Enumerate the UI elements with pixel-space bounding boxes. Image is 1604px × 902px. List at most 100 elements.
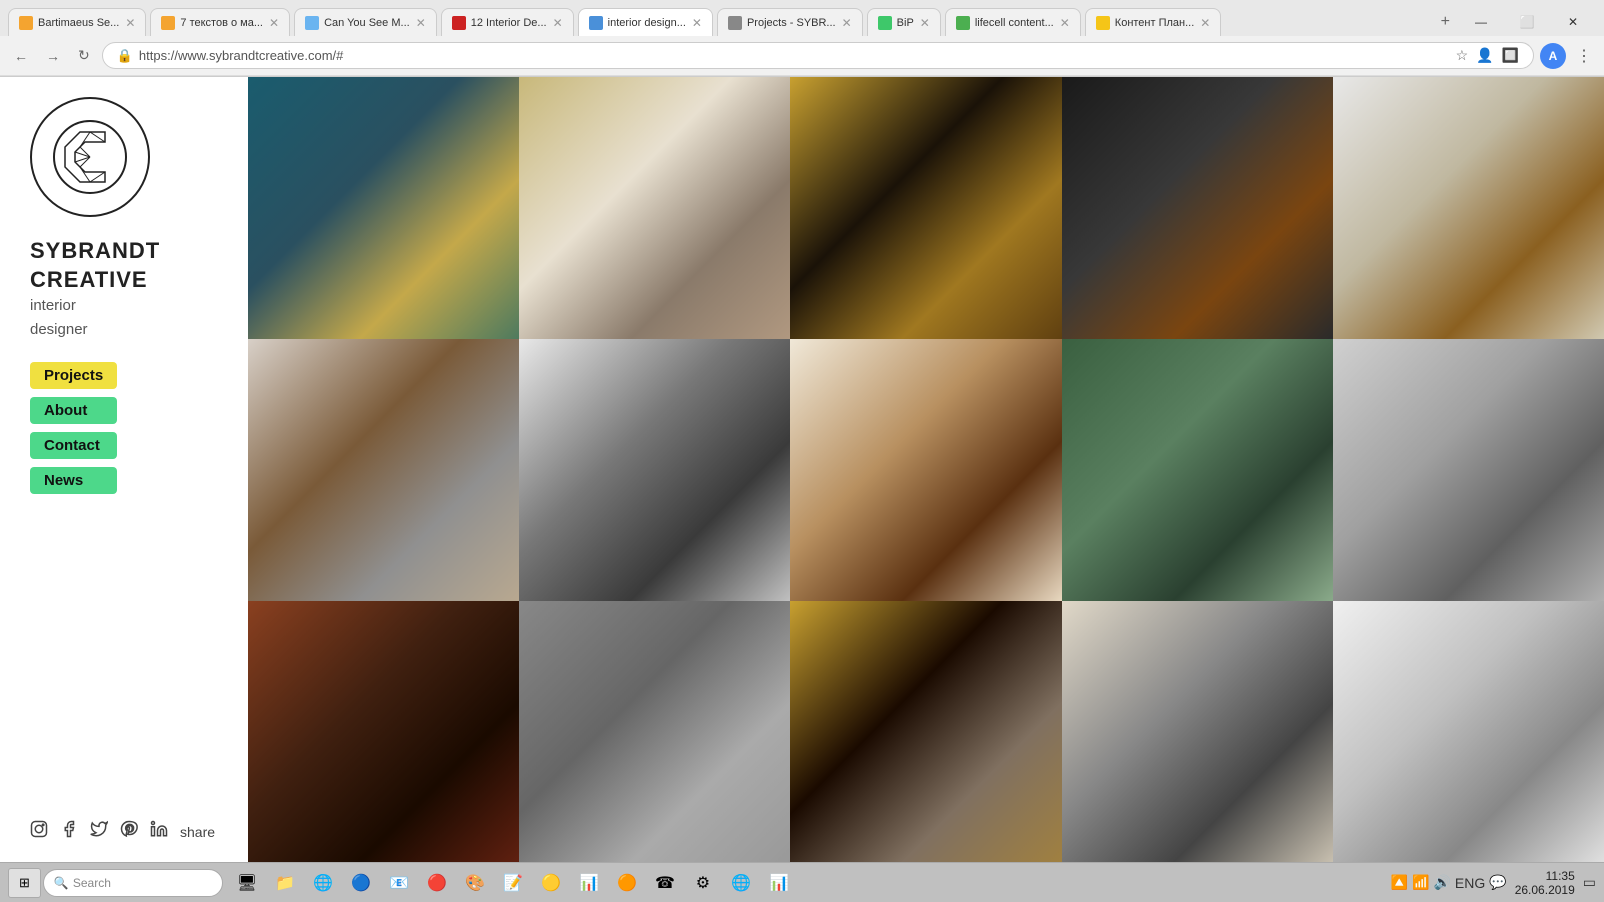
taskbar-clock: 11:35 26.06.2019	[1515, 869, 1575, 897]
url-bar[interactable]: 🔒 https://www.sybrandtcreative.com/# ☆ 👤…	[102, 42, 1534, 69]
gallery-item-3[interactable]	[790, 77, 1061, 339]
logo-svg	[50, 117, 130, 197]
browser-tab-tab5[interactable]: interior design... ✕	[578, 8, 713, 36]
taskbar-search[interactable]: 🔍 Search	[43, 869, 223, 897]
browser-tab-tab8[interactable]: lifecell content... ✕	[945, 8, 1081, 36]
search-icon: 🔍	[54, 876, 69, 890]
taskbar-system-icons: 🔼 📶 🔊 ENG 💬	[1391, 874, 1507, 891]
taskbar-app-yellow[interactable]: 🟠	[609, 867, 645, 899]
navigation-menu: Projects About Contact News	[30, 362, 117, 494]
gallery-item-5[interactable]	[1333, 77, 1604, 339]
gallery-item-1[interactable]	[248, 77, 519, 339]
taskbar-app-photoshop[interactable]: 🎨	[457, 867, 493, 899]
close-button[interactable]: ✕	[1550, 8, 1596, 36]
window-controls: — ⬜ ✕	[1458, 8, 1604, 36]
taskbar-right: 🔼 📶 🔊 ENG 💬 11:35 26.06.2019 ▭	[1391, 869, 1596, 897]
maximize-button[interactable]: ⬜	[1504, 8, 1550, 36]
user-icon[interactable]: 👤	[1476, 47, 1493, 64]
tab-bar: Bartimaeus Se... ✕ 7 текстов о ма... ✕ C…	[0, 0, 1604, 36]
star-icon[interactable]: ☆	[1456, 47, 1469, 64]
taskbar-app-misc[interactable]: 🟡	[533, 867, 569, 899]
start-button[interactable]: ⊞	[8, 868, 41, 898]
taskbar: ⊞ 🔍 Search 🖥 📁 🌐 🔵 📧 🔴 🎨 📝 🟡 📊 🟠 ☎ ⚙ 🌐 📊…	[0, 862, 1604, 902]
gallery-item-15[interactable]	[1333, 601, 1604, 863]
address-bar-icons: ☆ 👤 🔲	[1456, 47, 1519, 64]
taskbar-app-edge[interactable]: 🌐	[723, 867, 759, 899]
share-text[interactable]: share	[180, 824, 215, 840]
browser-tab-tab1[interactable]: Bartimaeus Se... ✕	[8, 8, 146, 36]
news-nav-button[interactable]: News	[30, 467, 117, 494]
browser-tab-tab4[interactable]: 12 Interior De... ✕	[441, 8, 574, 36]
pinterest-icon[interactable]	[120, 820, 138, 843]
gallery-image-12	[519, 601, 790, 863]
gallery-item-13[interactable]	[790, 601, 1061, 863]
gallery-image-1	[248, 77, 519, 339]
taskbar-app-ie[interactable]: 🌐	[305, 867, 341, 899]
gallery-image-9	[1062, 339, 1333, 601]
gallery-image-7	[519, 339, 790, 601]
profile-avatar[interactable]: A	[1540, 43, 1566, 69]
gallery-grid	[248, 77, 1604, 863]
browser-menu-icon[interactable]: ⋮	[1572, 42, 1596, 70]
minimize-button[interactable]: —	[1458, 8, 1504, 36]
extension-icon[interactable]: 🔲	[1502, 47, 1519, 64]
gallery-item-8[interactable]	[790, 339, 1061, 601]
url-text: https://www.sybrandtcreative.com/#	[139, 48, 343, 63]
twitter-icon[interactable]	[90, 820, 108, 843]
back-button[interactable]: ←	[8, 44, 34, 68]
taskbar-app-outlook[interactable]: 📧	[381, 867, 417, 899]
logo-circle	[30, 97, 150, 217]
taskbar-app-excel[interactable]: 📊	[571, 867, 607, 899]
refresh-button[interactable]: ↻	[72, 43, 96, 68]
gallery-item-12[interactable]	[519, 601, 790, 863]
taskbar-app-skype[interactable]: ☎	[647, 867, 683, 899]
contact-nav-button[interactable]: Contact	[30, 432, 117, 459]
browser-tab-tab3[interactable]: Can You See M... ✕	[294, 8, 437, 36]
gallery-item-6[interactable]	[248, 339, 519, 601]
desktop-button[interactable]: ▭	[1583, 874, 1596, 891]
gallery-item-9[interactable]	[1062, 339, 1333, 601]
gallery-item-2[interactable]	[519, 77, 790, 339]
instagram-icon[interactable]	[30, 820, 48, 843]
gallery-image-15	[1333, 601, 1604, 863]
gallery-image-14	[1062, 601, 1333, 863]
browser-tab-tab9[interactable]: Контент План... ✕	[1085, 8, 1222, 36]
taskbar-app-settings[interactable]: ⚙	[685, 867, 721, 899]
browser-chrome: Bartimaeus Se... ✕ 7 текстов о ма... ✕ C…	[0, 0, 1604, 77]
taskbar-app-blue1[interactable]: 🔵	[343, 867, 379, 899]
lang-icon[interactable]: ENG	[1455, 875, 1485, 891]
forward-button[interactable]: →	[40, 44, 66, 68]
taskbar-app-filemanager[interactable]: 📁	[267, 867, 303, 899]
brand-name: SYBRANDT CREATIVE interior designer	[30, 237, 160, 362]
gallery-item-11[interactable]	[248, 601, 519, 863]
projects-nav-button[interactable]: Projects	[30, 362, 117, 389]
taskbar-app-powerpoint[interactable]: 📊	[761, 867, 797, 899]
about-nav-button[interactable]: About	[30, 397, 117, 424]
gallery-image-13	[790, 601, 1061, 863]
date-display: 26.06.2019	[1515, 883, 1575, 897]
browser-tab-tab6[interactable]: Projects - SYBR... ✕	[717, 8, 863, 36]
browser-tab-tab7[interactable]: BiP ✕	[867, 8, 941, 36]
taskbar-app-cortana[interactable]: 🖥	[229, 867, 265, 899]
taskbar-app-word[interactable]: 📝	[495, 867, 531, 899]
wifi-icon[interactable]: 📶	[1412, 874, 1429, 891]
taskbar-app-chrome[interactable]: 🔴	[419, 867, 455, 899]
linkedin-icon[interactable]	[150, 820, 168, 843]
sound-icon[interactable]: 🔊	[1433, 874, 1450, 891]
sidebar: SYBRANDT CREATIVE interior designer Proj…	[0, 77, 248, 863]
gallery-item-14[interactable]	[1062, 601, 1333, 863]
gallery-image-3	[790, 77, 1061, 339]
gallery-image-10	[1333, 339, 1604, 601]
search-placeholder: Search	[73, 876, 111, 890]
network-icon[interactable]: 🔼	[1391, 874, 1408, 891]
gallery-item-10[interactable]	[1333, 339, 1604, 601]
gallery-item-4[interactable]	[1062, 77, 1333, 339]
time-display: 11:35	[1515, 869, 1575, 883]
taskbar-apps: 🖥 📁 🌐 🔵 📧 🔴 🎨 📝 🟡 📊 🟠 ☎ ⚙ 🌐 📊	[229, 867, 797, 899]
gallery-item-7[interactable]	[519, 339, 790, 601]
new-tab-button[interactable]: +	[1433, 13, 1458, 31]
browser-tab-tab2[interactable]: 7 текстов о ма... ✕	[150, 8, 290, 36]
address-bar: ← → ↻ 🔒 https://www.sybrandtcreative.com…	[0, 36, 1604, 76]
facebook-icon[interactable]	[60, 820, 78, 843]
notification-icon[interactable]: 💬	[1489, 874, 1506, 891]
